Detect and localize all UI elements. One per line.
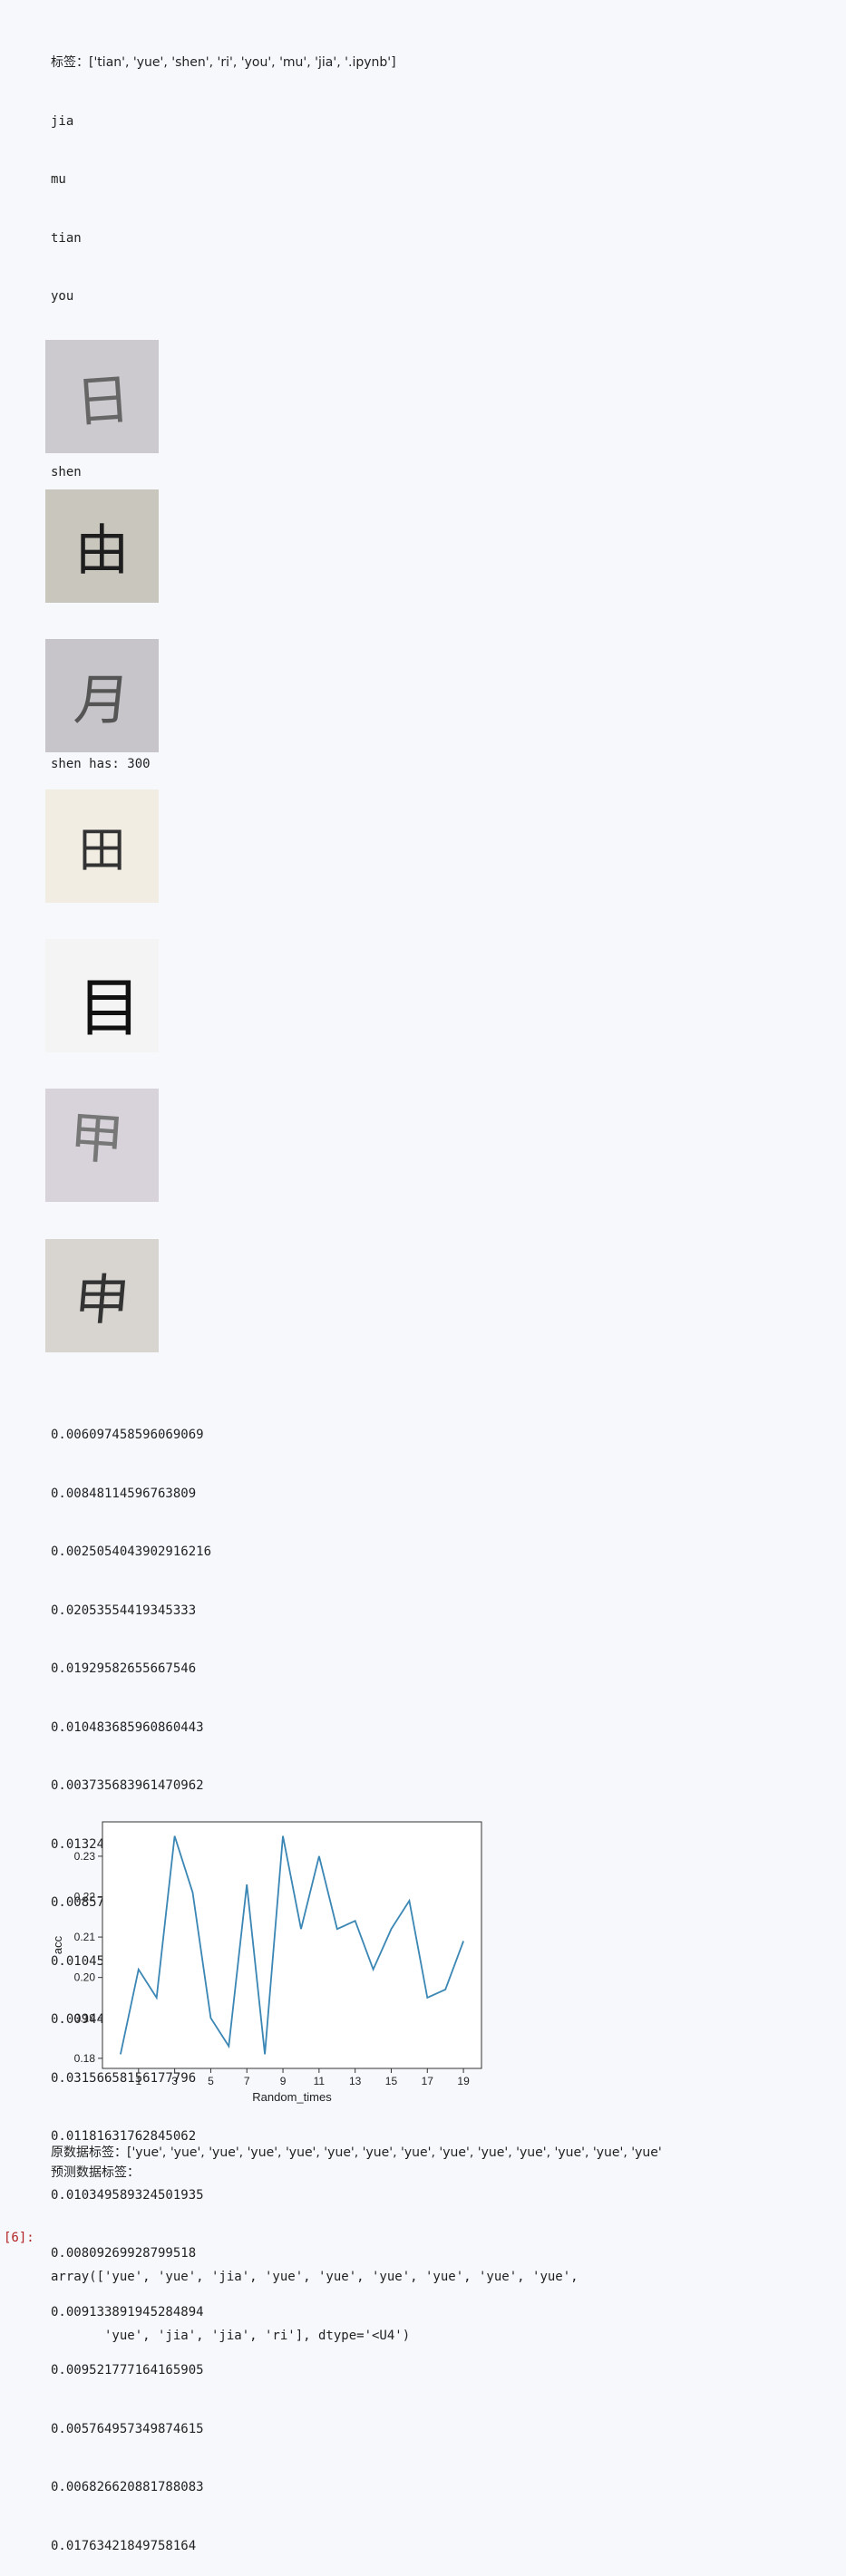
glyph-image: 日 [73,367,132,435]
image-you: 由 [45,489,159,603]
output-text-block: 标签：['tian', 'yue', 'shen', 'ri', 'you', … [51,15,396,911]
x-tick-label: 13 [349,2075,362,2087]
folder-name: you [51,289,74,304]
original-labels-line: 原数据标签：['yue', 'yue', 'yue', 'yue', 'yue'… [51,2145,662,2160]
x-tick-label: 1 [135,2075,141,2087]
probability-value: 0.006097458596069069 [51,1428,204,1442]
glyph-image: 目 [77,971,141,1045]
folder-name: shen [51,464,82,479]
y-tick-label: 0.20 [74,1971,96,1984]
probability-value: 0.02053554419345333 [51,1603,197,1618]
glyph-image: 田 [78,824,126,878]
probability-value: 0.0025054043902916216 [51,1545,212,1559]
predicted-labels-line: 预测数据标签： [51,2164,140,2180]
x-tick-label: 9 [280,2075,287,2087]
array-output-line: array(['yue', 'yue', 'jia', 'yue', 'yue'… [51,2270,579,2284]
image-tian: 田 [45,789,159,903]
image-jia: 甲 [45,1089,159,1202]
array-output-line: 'yue', 'jia', 'jia', 'ri'], dtype='<U4') [51,2328,411,2343]
array-output: array(['yue', 'yue', 'jia', 'yue', 'yue'… [51,2229,579,2366]
x-tick-label: 15 [385,2075,398,2087]
glyph-image: 甲 [66,1105,126,1173]
cell-prompt: [6]: [4,2231,34,2245]
labels-output: 原数据标签：['yue', 'yue', 'yue', 'yue', 'yue'… [51,2144,662,2183]
image-shen: 申 [45,1239,159,1352]
y-tick-label: 0.22 [74,1890,96,1903]
y-tick-label: 0.18 [74,2052,96,2065]
probability-value: 0.003735683961470962 [51,1778,204,1793]
probability-value: 0.01763421849758164 [51,2538,197,2553]
folder-name: mu [51,172,66,187]
image-ri: 日 [45,340,159,453]
x-tick-label: 3 [171,2075,178,2087]
x-tick-label: 17 [422,2075,434,2087]
image-mu: 目 [45,939,159,1052]
y-tick-label: 0.19 [74,2011,96,2024]
x-tick-label: 19 [457,2075,470,2087]
probability-value: 0.006826620881788083 [51,2480,204,2494]
y-axis-label: acc [51,1935,64,1954]
folder-name: tian [51,230,82,246]
image-yue: 月 [45,639,159,752]
chart-background [102,1822,481,2068]
y-tick-label: 0.23 [74,1850,96,1863]
folder-name: jia [51,113,74,129]
glyph-image: 月 [71,669,132,732]
x-tick-label: 11 [314,2075,326,2087]
probability-value: 0.01929582655667546 [51,1661,197,1676]
x-tick-label: 7 [244,2075,250,2087]
glyph-image: 申 [71,1269,132,1332]
probability-value: 0.010483685960860443 [51,1719,204,1735]
x-tick-label: 5 [208,2075,214,2087]
accuracy-chart: 1 3 5 7 9 11 13 15 17 190.180.190.200.210.220.23 … [51,1821,482,2104]
labels-line: 标签：['tian', 'yue', 'shen', 'ri', 'you', … [51,55,396,70]
probability-value: 0.010349589324501935 [51,2187,204,2203]
glyph-image: 由 [74,519,130,583]
y-tick-label: 0.21 [74,1931,96,1943]
probability-value: 0.00848114596763809 [51,1486,197,1501]
probability-value: 0.005764957349874615 [51,2421,204,2436]
x-axis-label: Random_times [252,2090,332,2104]
count-line: shen has: 300 [51,757,151,771]
